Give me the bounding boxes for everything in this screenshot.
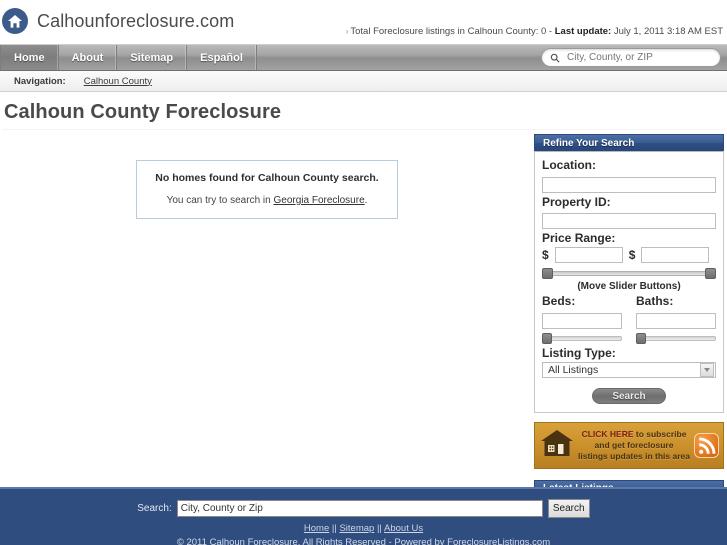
price-slider-handle-max[interactable] [705, 268, 716, 279]
baths-input[interactable] [636, 312, 716, 329]
footer-link-sep-1: || [329, 523, 340, 534]
subscribe-line2: and get foreclosure [594, 439, 674, 450]
refine-search-panel: Refine Your Search Location: Property ID… [534, 134, 724, 413]
bullet-icon: › [345, 27, 349, 36]
price-min-input[interactable] [554, 247, 623, 263]
chevron-down-icon[interactable] [700, 362, 714, 377]
location-input[interactable] [542, 176, 716, 193]
footer-link-sitemap[interactable]: Sitemap [339, 523, 374, 534]
site-header: Calhounforeclosure.com › Total Foreclosur… [0, 0, 727, 44]
baths-slider[interactable] [636, 332, 716, 344]
subscribe-line1-highlight: CLICK HERE [581, 428, 634, 439]
beds-slider-handle[interactable] [542, 332, 552, 344]
baths-slider-track [636, 335, 716, 341]
footer-link-sep-2: || [374, 523, 385, 534]
page-title: Calhoun County Foreclosure [4, 101, 282, 123]
refine-search-title: Refine Your Search [543, 137, 635, 149]
price-min-currency: $ [542, 248, 549, 262]
no-results-prefix: You can try to search in [166, 195, 274, 206]
subscribe-line3: listings updates in this area [578, 450, 690, 461]
breadcrumb-label: Navigation: [14, 75, 66, 87]
no-results-box: No homes found for Calhoun County search… [136, 160, 398, 219]
georgia-foreclosure-link[interactable]: Georgia Foreclosure [273, 195, 364, 206]
site-footer: Search: Search Home || Sitemap || About … [0, 487, 727, 545]
nav-item-home[interactable]: Home [0, 45, 59, 70]
footer-search-input[interactable] [176, 500, 543, 517]
refine-search-header: Refine Your Search [534, 134, 724, 151]
header-search-box[interactable] [541, 48, 721, 67]
footer-copyright: © 2011 Calhoun Foreclosure, All Rights R… [0, 537, 727, 545]
last-update-value: July 1, 2011 3:18 AM EST [611, 26, 723, 37]
nav-item-espanol[interactable]: Español [187, 45, 257, 70]
price-range-row: $ $ [542, 247, 716, 263]
baths-group: Baths: [636, 292, 716, 344]
copyright-prefix: © 2011 [176, 537, 210, 545]
copyright-link[interactable]: Calhoun Foreclosure [210, 537, 298, 545]
baths-slider-handle[interactable] [636, 332, 646, 344]
main-navigation: Home About Sitemap Español [0, 44, 727, 71]
price-max-input[interactable] [641, 247, 710, 263]
footer-link-about-us[interactable]: About Us [384, 523, 423, 534]
header-search-input[interactable] [565, 51, 712, 64]
footer-links: Home || Sitemap || About Us [0, 523, 727, 534]
footer-link-home[interactable]: Home [304, 523, 329, 534]
footer-accent-line [0, 487, 727, 489]
nav-item-sitemap[interactable]: Sitemap [117, 45, 188, 70]
refine-search-actions: Search [542, 386, 716, 404]
footer-search-label: Search: [137, 503, 172, 514]
listing-stats: › Total Foreclosure listings in Calhoun C… [346, 26, 723, 37]
copyright-suffix: , All Rights Reserved - Powered by Forec… [297, 537, 551, 545]
listing-type-selected-value: All Listings [548, 363, 599, 376]
footer-search-button[interactable]: Search [547, 499, 590, 518]
property-id-label: Property ID: [542, 194, 611, 209]
subscribe-banner[interactable]: CLICK HERE to subscribe and get foreclos… [534, 421, 724, 469]
site-logo[interactable]: Calhounforeclosure.com [2, 8, 234, 34]
beds-slider[interactable] [542, 332, 622, 344]
property-id-input[interactable] [542, 213, 716, 229]
beds-baths-row: Beds: Baths: [542, 292, 716, 344]
stats-prefix: Total Foreclosure listings in Calhoun Co… [350, 26, 555, 37]
price-slider-track [542, 271, 716, 276]
price-slider-handle-min[interactable] [542, 268, 553, 279]
page-root: Calhounforeclosure.com › Total Foreclosur… [0, 0, 727, 545]
last-update-label: Last update: [554, 26, 612, 37]
slider-hint: (Move Slider Buttons) [577, 281, 681, 292]
refine-search-button[interactable]: Search [592, 387, 666, 404]
subscribe-text: CLICK HERE to subscribe and get foreclos… [577, 429, 691, 462]
search-icon [550, 53, 560, 63]
location-label: Location: [542, 158, 596, 172]
beds-input[interactable] [542, 312, 622, 329]
footer-search-group: Search: Search [0, 490, 727, 518]
listing-type-label: Listing Type: [542, 345, 616, 360]
beds-label: Beds: [542, 294, 576, 308]
content-area: No homes found for Calhoun County search… [0, 130, 727, 522]
beds-group: Beds: [542, 292, 622, 344]
listing-type-select[interactable]: All Listings [542, 361, 716, 378]
beds-slider-track [542, 335, 622, 341]
no-results-heading: No homes found for Calhoun County search… [155, 172, 379, 184]
site-title: Calhounforeclosure.com [37, 10, 235, 31]
no-results-subtext: You can try to search in Georgia Foreclo… [145, 195, 389, 206]
nav-item-about[interactable]: About [59, 45, 118, 70]
house-icon [540, 428, 574, 463]
baths-label: Baths: [636, 294, 674, 308]
price-range-slider[interactable] [542, 268, 716, 279]
main-column: No homes found for Calhoun County search… [0, 130, 534, 522]
breadcrumb-link-calhoun-county[interactable]: Calhoun County [84, 76, 152, 87]
house-in-circle-icon [2, 8, 28, 34]
subscribe-line1-rest: to subscribe [633, 428, 687, 439]
price-range-label: Price Range: [542, 231, 616, 245]
rss-icon[interactable] [694, 432, 719, 458]
refine-search-body: Location: Property ID: Price Range: $ $ [534, 151, 724, 413]
price-max-currency: $ [628, 248, 636, 262]
sidebar: Refine Your Search Location: Property ID… [534, 130, 727, 522]
no-results-suffix: . [364, 195, 368, 206]
breadcrumb: Navigation: Calhoun County [0, 71, 727, 92]
